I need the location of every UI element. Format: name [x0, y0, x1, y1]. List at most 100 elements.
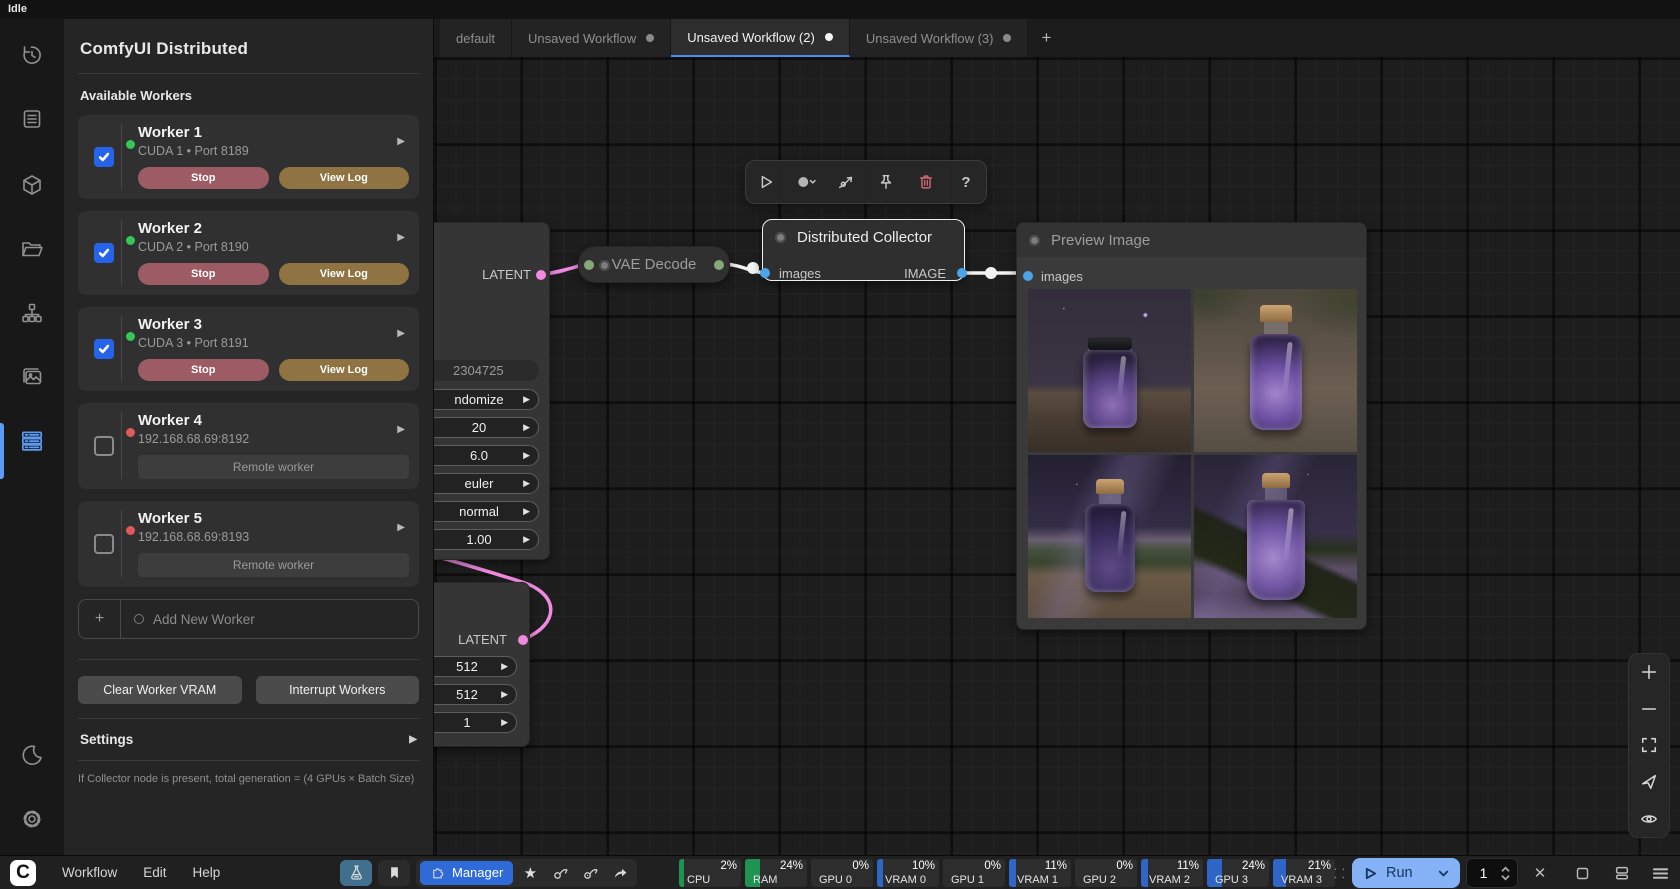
menu-workflow[interactable]: Workflow: [62, 865, 117, 880]
node-distributed-collector[interactable]: Distributed Collector images IMAGE: [762, 219, 965, 281]
preview-image-2[interactable]: [1194, 289, 1357, 452]
worker-5-checkbox[interactable]: [94, 534, 114, 554]
interrupt-workers-button[interactable]: Interrupt Workers: [256, 676, 420, 704]
view-log-button[interactable]: View Log: [279, 359, 410, 381]
bypass-icon[interactable]: [833, 169, 859, 195]
vae-input-port[interactable]: [584, 260, 594, 270]
spinner-down-icon[interactable]: [1500, 874, 1511, 881]
widget-arrow-icon[interactable]: ▶: [523, 422, 530, 433]
tab-default[interactable]: default: [440, 19, 512, 57]
logs-icon[interactable]: [18, 105, 46, 133]
bookmark-icon[interactable]: [378, 860, 410, 886]
menu-edit[interactable]: Edit: [143, 865, 166, 880]
flask-icon[interactable]: [340, 860, 372, 886]
ksampler-cfg-widget[interactable]: 6.0▶: [419, 445, 539, 466]
stop-button[interactable]: Stop: [138, 263, 269, 285]
expand-arrow-icon[interactable]: ▶: [397, 424, 405, 435]
menu-help[interactable]: Help: [193, 865, 221, 880]
worker-3-checkbox[interactable]: [94, 339, 114, 359]
stop-button[interactable]: Stop: [138, 359, 269, 381]
preview-image-4[interactable]: [1194, 455, 1357, 618]
ksampler-sampler-widget[interactable]: euler▶: [419, 473, 539, 494]
widget-arrow-icon[interactable]: ▶: [501, 661, 508, 672]
tab-unsaved-workflow-3[interactable]: Unsaved Workflow (3): [850, 19, 1029, 57]
zoom-out-icon[interactable]: [1637, 697, 1661, 721]
widget-arrow-icon[interactable]: ▶: [523, 506, 530, 517]
batch-count-spinner[interactable]: 1: [1466, 858, 1518, 888]
trash-icon[interactable]: [913, 169, 939, 195]
ksampler-latent-output-port[interactable]: [536, 270, 546, 280]
spinner-up-icon[interactable]: [1500, 866, 1511, 873]
preview-images-input-port[interactable]: [1023, 271, 1033, 281]
ksampler-control-widget[interactable]: ndomize▶: [419, 389, 539, 410]
collector-image-output-port[interactable]: [957, 268, 967, 278]
settings-toggle[interactable]: Settings ▶: [78, 718, 419, 761]
widget-arrow-icon[interactable]: ▶: [523, 450, 530, 461]
share-icon[interactable]: [607, 861, 633, 885]
preview-image-1[interactable]: [1028, 289, 1191, 452]
gear-icon[interactable]: [18, 805, 46, 833]
ksampler-steps-widget[interactable]: 20▶: [419, 417, 539, 438]
zoom-in-icon[interactable]: [1637, 660, 1661, 684]
widget-arrow-icon[interactable]: ▶: [523, 534, 530, 545]
node-map-icon[interactable]: [18, 299, 46, 327]
add-worker-button[interactable]: +: [79, 600, 121, 638]
widget-arrow-icon[interactable]: ▶: [523, 478, 530, 489]
ksampler-denoise-widget[interactable]: 1.00▶: [419, 529, 539, 550]
widget-arrow-icon[interactable]: ▶: [501, 717, 508, 728]
expand-arrow-icon[interactable]: ▶: [397, 522, 405, 533]
fit-view-icon[interactable]: [1637, 733, 1661, 757]
history-icon[interactable]: [18, 41, 46, 69]
comfy-logo[interactable]: C: [10, 860, 36, 886]
tab-unsaved-workflow[interactable]: Unsaved Workflow: [512, 19, 671, 57]
collapse-dot-icon[interactable]: [775, 232, 786, 243]
workflows-folder-icon[interactable]: [18, 235, 46, 263]
moon-icon[interactable]: [18, 741, 46, 769]
expand-arrow-icon[interactable]: ▶: [397, 232, 405, 243]
help-icon[interactable]: ?: [953, 169, 979, 195]
collapse-dot-icon[interactable]: [599, 260, 610, 271]
latent-output-port[interactable]: [518, 635, 528, 645]
worker-1-checkbox[interactable]: [94, 147, 114, 167]
cleaner-icon-a[interactable]: [547, 861, 573, 885]
cleaner-icon-b[interactable]: [577, 861, 603, 885]
cancel-icon[interactable]: ✕: [1530, 864, 1550, 882]
view-log-button[interactable]: View Log: [279, 263, 410, 285]
manager-button[interactable]: Manager: [420, 861, 513, 885]
expand-arrow-icon[interactable]: ▶: [397, 136, 405, 147]
widget-arrow-icon[interactable]: ▶: [523, 394, 530, 405]
model-library-icon[interactable]: [18, 171, 46, 199]
run-button[interactable]: Run: [1352, 858, 1460, 888]
collapse-dot-icon[interactable]: [1029, 235, 1040, 246]
widget-arrow-icon[interactable]: ▶: [501, 689, 508, 700]
hamburger-icon[interactable]: [1650, 864, 1670, 882]
pin-icon[interactable]: [873, 169, 899, 195]
gallery-icon[interactable]: [18, 363, 46, 391]
view-log-button[interactable]: View Log: [279, 167, 410, 189]
navigate-icon[interactable]: [1637, 770, 1661, 794]
collapse-circle-icon[interactable]: [793, 169, 819, 195]
run-chevron-icon[interactable]: [1437, 867, 1450, 880]
worker-4-checkbox[interactable]: [94, 436, 114, 456]
star-icon[interactable]: ★: [517, 861, 543, 885]
clear-worker-vram-button[interactable]: Clear Worker VRAM: [78, 676, 242, 704]
preview-image-3[interactable]: [1028, 455, 1191, 618]
eye-icon[interactable]: [1637, 807, 1661, 831]
node-vae-decode[interactable]: VAE Decode: [578, 246, 730, 283]
ksampler-scheduler-widget[interactable]: normal▶: [419, 501, 539, 522]
collector-images-input-port[interactable]: [760, 268, 770, 278]
tab-unsaved-workflow-2[interactable]: Unsaved Workflow (2): [671, 19, 850, 57]
add-worker-input[interactable]: Add New Worker: [121, 600, 418, 638]
distributed-queue-icon[interactable]: [18, 427, 46, 455]
node-preview-image[interactable]: Preview Image images: [1016, 222, 1367, 630]
ksampler-seed-widget[interactable]: 2304725: [427, 360, 539, 381]
worker-2-checkbox[interactable]: [94, 243, 114, 263]
stop-button[interactable]: Stop: [138, 167, 269, 189]
play-icon[interactable]: [753, 169, 779, 195]
vae-output-port[interactable]: [714, 260, 724, 270]
queue-panel-icon[interactable]: [1612, 864, 1632, 882]
new-tab-button[interactable]: +: [1028, 19, 1064, 57]
drag-handle[interactable]: ⸬: [1334, 864, 1346, 882]
stop-square-icon[interactable]: [1572, 864, 1592, 882]
expand-arrow-icon[interactable]: ▶: [397, 328, 405, 339]
